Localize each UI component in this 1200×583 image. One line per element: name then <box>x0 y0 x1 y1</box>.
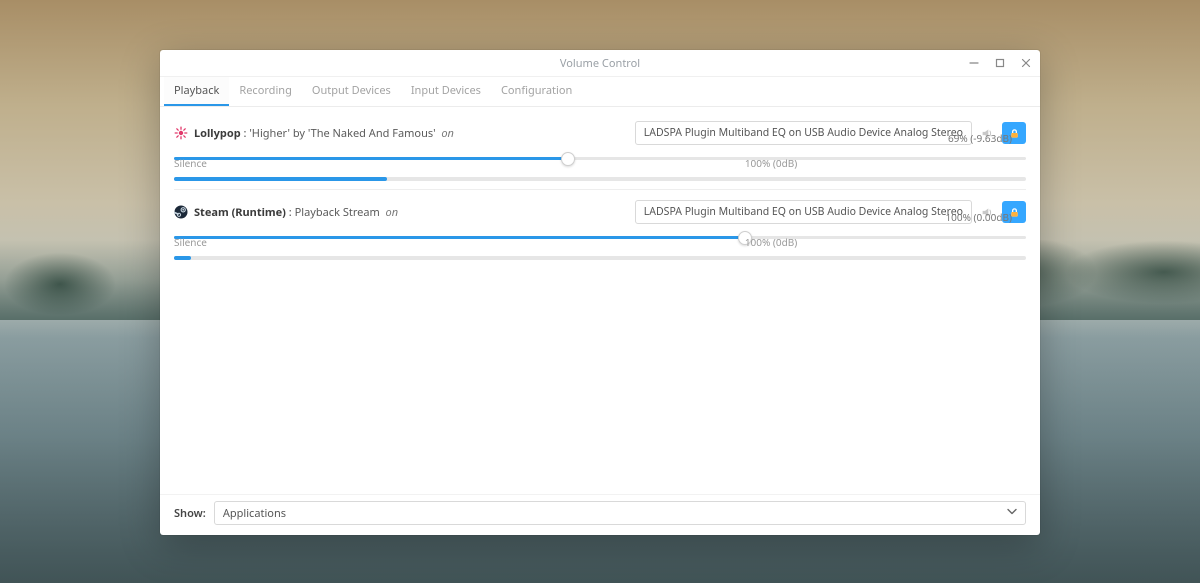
stream-app-name: Lollypop <box>194 126 241 141</box>
device-select-value: LADSPA Plugin Multiband EQ on USB Audio … <box>644 205 963 219</box>
window-title: Volume Control <box>560 56 640 71</box>
tab-recording[interactable]: Recording <box>229 77 301 106</box>
device-select[interactable]: LADSPA Plugin Multiband EQ on USB Audio … <box>635 200 972 224</box>
vu-meter <box>174 177 1026 181</box>
device-select[interactable]: LADSPA Plugin Multiband EQ on USB Audio … <box>635 121 972 145</box>
content-area: Lollypop : 'Higher' by 'The Naked And Fa… <box>160 107 1040 494</box>
stream-header: Lollypop : 'Higher' by 'The Naked And Fa… <box>174 121 1026 145</box>
device-select-value: LADSPA Plugin Multiband EQ on USB Audio … <box>644 126 963 140</box>
stream-on-label: on <box>386 205 399 220</box>
hundred-label: 100% (0dB) <box>745 156 797 170</box>
volume-readout: 69% (-9.63dB) <box>948 131 1012 145</box>
volume-slider-block: 69% (-9.63dB) Silence 100% (0dB) <box>174 149 1026 181</box>
hundred-label: 100% (0dB) <box>745 235 797 249</box>
maximize-icon <box>995 58 1005 68</box>
volume-slider-block: 100% (0.00dB) Silence 100% (0dB) <box>174 228 1026 260</box>
show-label: Show: <box>174 506 206 521</box>
tab-configuration[interactable]: Configuration <box>491 77 582 106</box>
chevron-down-icon <box>1007 506 1017 521</box>
stream-row: Steam (Runtime) : Playback Stream on LAD… <box>174 189 1026 268</box>
tab-playback[interactable]: Playback <box>164 77 229 106</box>
show-select[interactable]: Applications <box>214 501 1026 525</box>
show-select-value: Applications <box>223 506 286 521</box>
stream-title: Lollypop : 'Higher' by 'The Naked And Fa… <box>194 126 629 141</box>
minimize-icon <box>969 58 979 68</box>
silence-label: Silence <box>174 235 207 249</box>
maximize-button[interactable] <box>992 55 1008 71</box>
stream-title: Steam (Runtime) : Playback Stream on <box>194 205 629 220</box>
stream-row: Lollypop : 'Higher' by 'The Naked And Fa… <box>174 115 1026 189</box>
steam-icon <box>174 205 188 219</box>
volume-readout: 100% (0.00dB) <box>945 210 1012 224</box>
lollypop-icon <box>174 126 188 140</box>
vu-meter <box>174 256 1026 260</box>
close-button[interactable] <box>1018 55 1034 71</box>
volume-slider[interactable]: Silence 100% (0dB) <box>174 228 1026 246</box>
stream-detail: : Playback Stream <box>289 205 380 220</box>
stream-app-name: Steam (Runtime) <box>194 205 286 220</box>
stream-detail: : 'Higher' by 'The Naked And Famous' <box>244 126 436 141</box>
footer-bar: Show: Applications <box>160 494 1040 535</box>
tab-input-devices[interactable]: Input Devices <box>401 77 491 106</box>
stream-header: Steam (Runtime) : Playback Stream on LAD… <box>174 200 1026 224</box>
volume-slider[interactable]: Silence 100% (0dB) <box>174 149 1026 167</box>
volume-control-window: Volume Control Playback Recording Output… <box>160 50 1040 535</box>
stream-on-label: on <box>441 126 454 141</box>
tab-output-devices[interactable]: Output Devices <box>302 77 401 106</box>
minimize-button[interactable] <box>966 55 982 71</box>
window-controls <box>966 50 1034 76</box>
close-icon <box>1021 58 1031 68</box>
silence-label: Silence <box>174 156 207 170</box>
titlebar: Volume Control <box>160 50 1040 77</box>
tab-bar: Playback Recording Output Devices Input … <box>160 77 1040 107</box>
